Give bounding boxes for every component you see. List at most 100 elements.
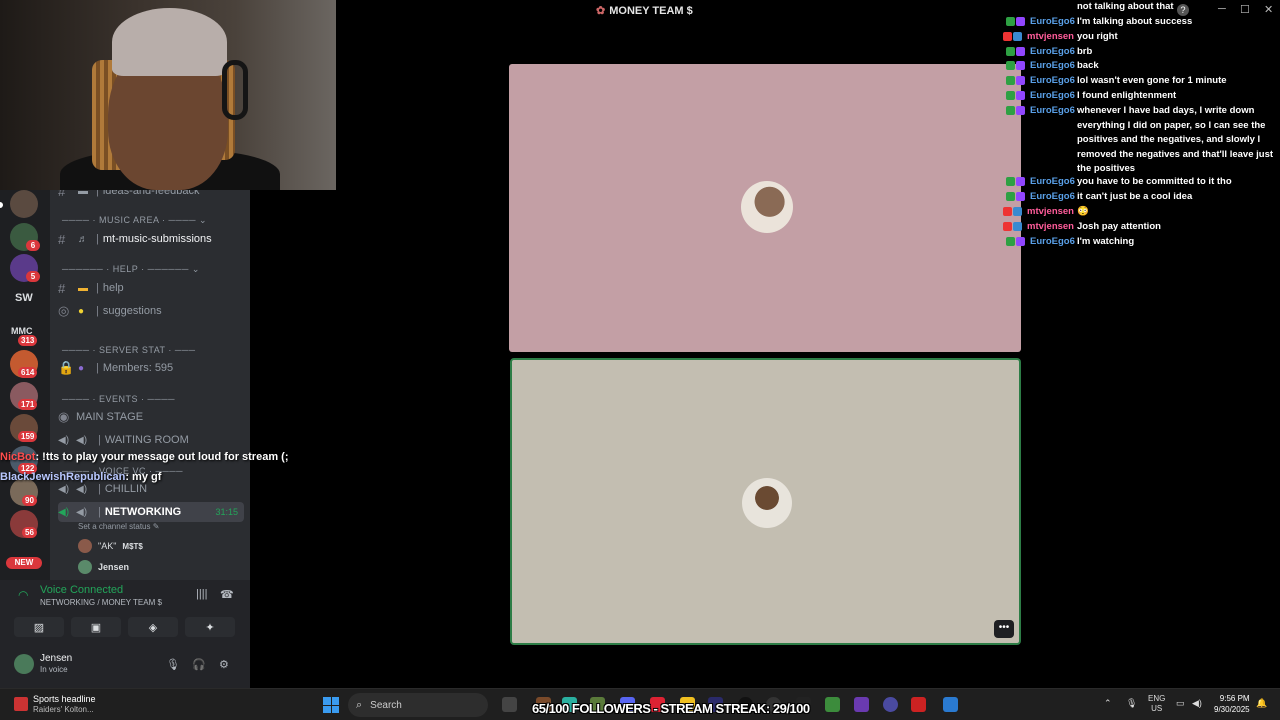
music-note-icon: ♬ xyxy=(78,233,88,245)
voice-location[interactable]: NETWORKING / MONEY TEAM $ xyxy=(40,598,162,607)
speaker-icon: ◀) xyxy=(58,506,70,518)
soundboard-button[interactable]: ✦ xyxy=(185,617,235,637)
channel-waiting-room[interactable]: ◀) ◀) | WAITING ROOM xyxy=(58,430,244,450)
app-icon[interactable] xyxy=(911,697,926,712)
news-icon[interactable] xyxy=(14,697,28,711)
news-subtitle[interactable]: Raiders' Kolton... xyxy=(33,705,94,714)
stream-goal-overlay: 65/100 FOLLOWERS - STREAM STREAK: 29/100 xyxy=(532,701,810,716)
clock[interactable]: 9:56 PM 9/30/2025 xyxy=(1214,693,1250,715)
chevron-up-icon[interactable]: ⌃ xyxy=(1104,698,1112,709)
speaker-emoji-icon: ◀) xyxy=(76,483,88,495)
webcam-overlay xyxy=(0,0,336,190)
voice-member[interactable]: Jensen xyxy=(78,560,129,574)
user-status: In voice xyxy=(40,665,68,674)
unread-badge: 90 xyxy=(22,495,37,506)
chat-message: EuroEgo6 back xyxy=(1000,59,1280,74)
channel-status-prompt[interactable]: Set a channel status ✎ xyxy=(78,522,159,531)
voice-status[interactable]: Voice Connected xyxy=(40,584,123,596)
channel-help[interactable]: # ▬ | help xyxy=(58,278,244,298)
network-icon[interactable]: ▭ xyxy=(1176,698,1185,709)
avatar xyxy=(78,560,92,574)
channel-networking[interactable]: ◀) ◀) | NETWORKING 31:15 xyxy=(58,502,244,522)
activity-button[interactable]: ◈ xyxy=(128,617,178,637)
hash-icon: # xyxy=(58,190,66,199)
overlay-chat-line: NicBot: !tts to play your message out lo… xyxy=(0,451,289,463)
chat-message: mtvjensen you right xyxy=(1000,30,1280,45)
search-icon: ⌕ xyxy=(356,698,363,711)
app-icon[interactable] xyxy=(854,697,869,712)
overlay-chat-line: BlackJewishRepublican: my gf xyxy=(0,471,162,483)
minecraft-icon[interactable] xyxy=(825,697,840,712)
unread-badge: 5 xyxy=(26,271,40,282)
speaker-icon: ◀) xyxy=(58,434,70,446)
voice-panel: ◠ Voice Connected NETWORKING / MONEY TEA… xyxy=(0,580,250,688)
user-name[interactable]: Jensen xyxy=(40,653,72,664)
language-indicator[interactable]: ENG US xyxy=(1148,694,1165,714)
call-timer: 31:15 xyxy=(215,507,238,517)
category-music-area[interactable]: ──── · MUSIC AREA · ──── ⌄ xyxy=(62,215,207,226)
channel-main-stage[interactable]: ◉ MAIN STAGE xyxy=(58,407,244,427)
unread-badge: 6 xyxy=(26,240,40,251)
task-view-icon[interactable] xyxy=(502,697,517,712)
category-events[interactable]: ──── · EVENTS · ──── xyxy=(62,394,175,404)
chat-message: EuroEgo6 whenever I have bad days, I writ… xyxy=(1000,104,1280,174)
category-help[interactable]: ────── · HELP · ────── ⌄ xyxy=(62,264,200,275)
chat-message: EuroEgo6 I found enlightenment xyxy=(1000,89,1280,104)
unread-badge: 313 xyxy=(18,335,38,346)
chat-message: EuroEgo6 brb xyxy=(1000,45,1280,60)
video-tile[interactable] xyxy=(509,64,1021,352)
chat-message: EuroEgo6 it can't just be a cool idea xyxy=(1000,190,1280,205)
more-options-icon[interactable]: ••• xyxy=(994,620,1014,638)
disconnect-icon[interactable]: ☎ xyxy=(220,588,234,601)
speaker-icon: ◀) xyxy=(58,483,70,495)
user-panel: Jensen In voice 🎙 🎧 ⚙ xyxy=(0,646,250,688)
chat-message: EuroEgo6 you have to be committed to it t… xyxy=(1000,175,1280,190)
gear-icon[interactable]: ⚙ xyxy=(219,658,229,671)
chat-message: EuroEgo6 I'm watching xyxy=(1000,235,1280,250)
window-title: ✿ MONEY TEAM $ xyxy=(596,5,693,17)
headphones-icon[interactable]: 🎧 xyxy=(192,658,206,671)
hash-icon: # xyxy=(58,231,66,247)
screen-share-button[interactable]: ▣ xyxy=(71,617,121,637)
screen: ✿ MONEY TEAM $ ─ ☐ ✕ ? 6 5 SW MMC 313 614… xyxy=(0,0,1280,720)
noise-suppression-icon[interactable]: |||| xyxy=(196,588,207,600)
chat-message: EuroEgo6 I'm talking about success xyxy=(1000,15,1280,30)
notification-icon[interactable]: 🔔 xyxy=(1256,698,1267,709)
app-icon[interactable] xyxy=(883,697,898,712)
channel-members[interactable]: 🔒 ● | Members: 595 xyxy=(58,358,244,378)
channel-ideas-and-feedback[interactable]: # ▬ | ideas-and-feedback xyxy=(58,190,244,201)
chat-message: EuroEgo6 lol wasn't even gone for 1 minut… xyxy=(1000,74,1280,89)
new-pill[interactable]: NEW xyxy=(6,557,42,569)
server-icon-text[interactable]: SW xyxy=(15,292,33,304)
news-headline[interactable]: Sports headline xyxy=(33,694,96,704)
participant-avatar xyxy=(742,478,792,528)
video-tile-speaking[interactable]: ••• xyxy=(510,358,1021,645)
unread-badge: 171 xyxy=(18,399,38,410)
unread-badge: 159 xyxy=(18,431,38,442)
windows-start-icon[interactable] xyxy=(323,697,339,713)
video-off-button[interactable]: ▨ xyxy=(14,617,64,637)
note-icon: ▬ xyxy=(78,190,88,197)
channel-suggestions[interactable]: ◎ ● | suggestions xyxy=(58,301,244,321)
hash-icon: # xyxy=(58,280,66,296)
speaker-emoji-icon: ◀) xyxy=(76,434,88,446)
unread-badge: 56 xyxy=(22,527,37,538)
server-emoji-icon: ✿ xyxy=(596,5,606,17)
speaker-emoji-icon: ◀) xyxy=(76,506,88,518)
chat-message: mtvjensen 😳 xyxy=(1000,205,1280,220)
search-box[interactable]: ⌕ Search xyxy=(348,693,488,717)
user-avatar[interactable] xyxy=(14,654,34,674)
channel-mt-music-submissions[interactable]: # ♬ | mt-music-submissions xyxy=(58,229,244,249)
lock-icon: 🔒 xyxy=(58,360,75,375)
person-icon: ● xyxy=(78,362,85,374)
ticket-icon: ▬ xyxy=(78,282,88,294)
app-icon[interactable] xyxy=(943,697,958,712)
server-icon[interactable] xyxy=(10,190,38,218)
signal-icon[interactable]: ◠ xyxy=(18,588,32,602)
mic-icon[interactable]: 🎙 xyxy=(1126,698,1137,709)
voice-member[interactable]: "AK" M$T$ xyxy=(78,539,143,553)
mic-icon[interactable]: 🎙 xyxy=(166,658,180,671)
category-server-stat[interactable]: ──── · SERVER STAT · ─── xyxy=(62,345,196,355)
volume-icon[interactable]: ◀) xyxy=(1192,698,1202,709)
stage-icon: ◉ xyxy=(58,409,70,424)
